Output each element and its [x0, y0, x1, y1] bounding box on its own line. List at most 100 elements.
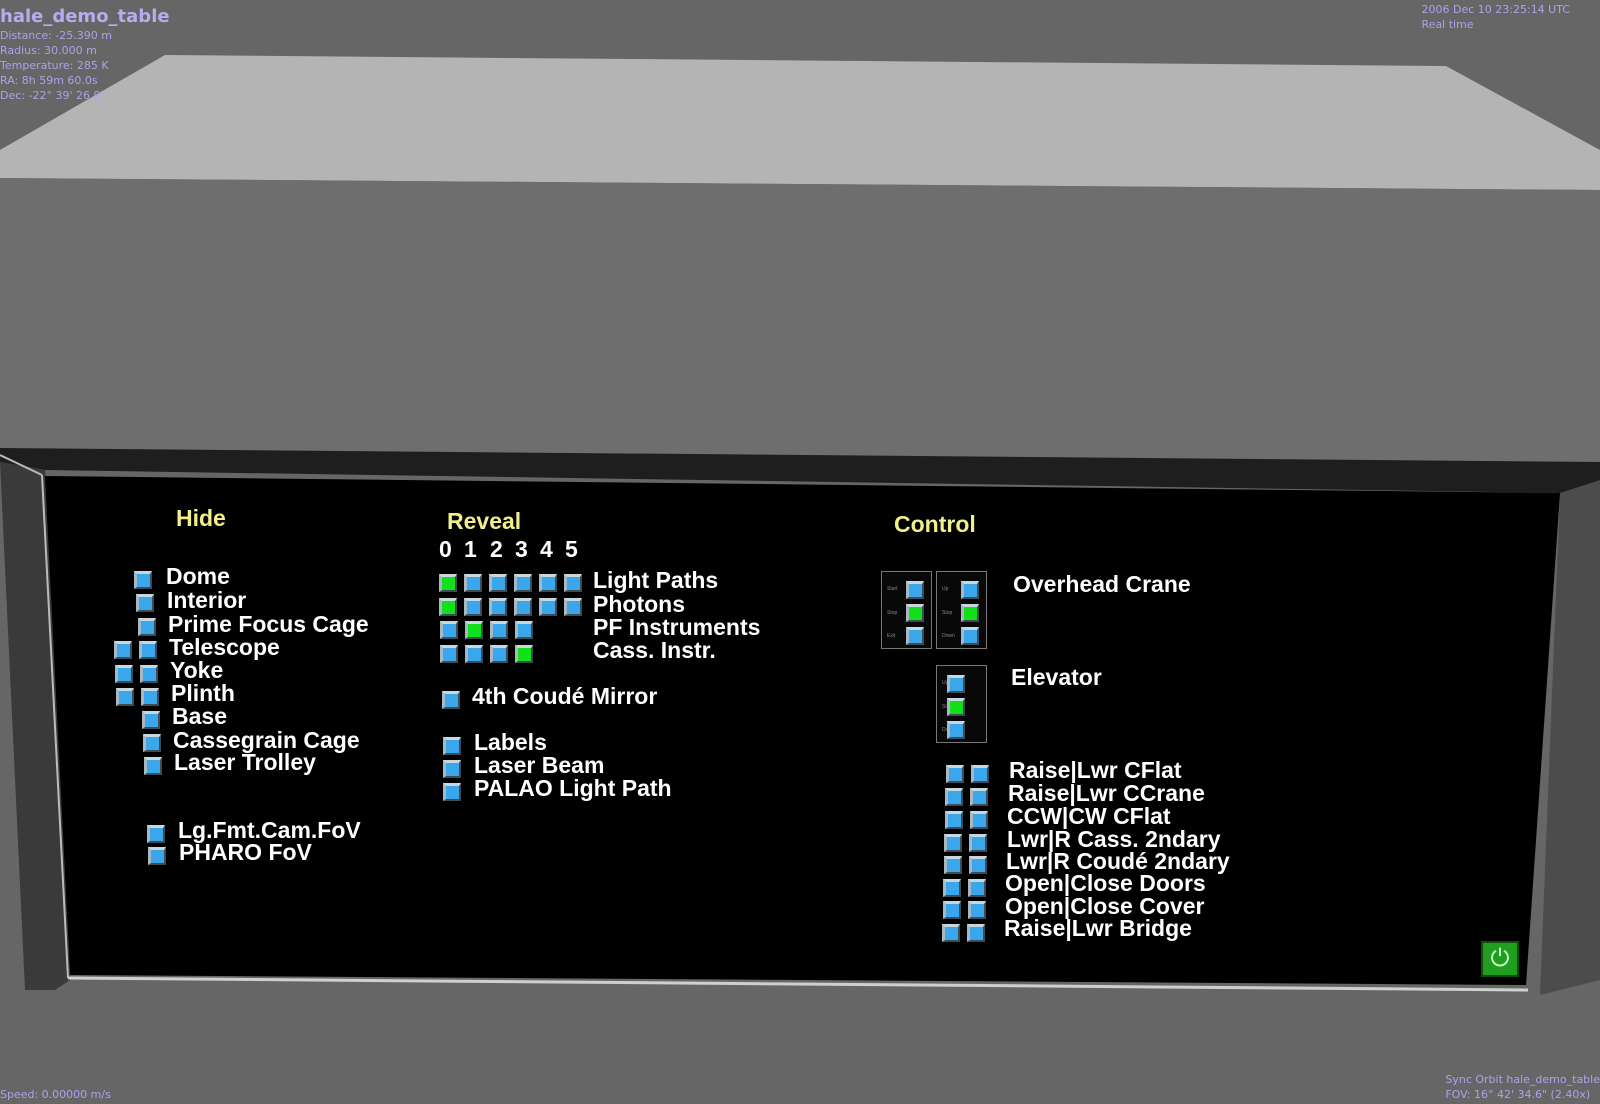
reveal-row-label: Light Paths: [593, 567, 719, 593]
pf-instruments-level-1-button[interactable]: [465, 621, 483, 639]
lower-coude-2ndary-button[interactable]: [944, 856, 962, 874]
elevator-down-button[interactable]: [947, 721, 965, 739]
close-cover-button[interactable]: [968, 901, 986, 919]
level-digit: 2: [490, 536, 503, 562]
cw-cflat-button[interactable]: [970, 811, 988, 829]
close-doors-button[interactable]: [968, 879, 986, 897]
raise-bridge-button[interactable]: [942, 924, 960, 942]
lower-cass-2ndary-button[interactable]: [944, 834, 962, 852]
lower-bridge-button[interactable]: [967, 924, 985, 942]
cass-instr-level-0-button[interactable]: [440, 645, 458, 663]
photons-level-3-button[interactable]: [514, 598, 532, 616]
hide-dome-button[interactable]: [134, 571, 152, 589]
palao-light-path-button[interactable]: [443, 783, 461, 801]
cass-instr-level-3-button[interactable]: [515, 645, 533, 663]
pf-instruments-level-0-button[interactable]: [440, 621, 458, 639]
open-cover-button[interactable]: [943, 901, 961, 919]
open-doors-button[interactable]: [943, 879, 961, 897]
hide-telescope-button-b[interactable]: [139, 641, 157, 659]
crane-start-button[interactable]: [906, 581, 924, 599]
laser-beam-button[interactable]: [443, 760, 461, 778]
light-paths-level-2-button[interactable]: [489, 574, 507, 592]
hide-lg-fmt-cam-fov-button[interactable]: [147, 825, 165, 843]
level-digit: 0: [439, 536, 452, 562]
lower-ccrane-button[interactable]: [970, 788, 988, 806]
elevator-label: Elevator: [1011, 664, 1102, 690]
reveal-toggle-label: PALAO Light Path: [474, 775, 672, 801]
labels-button[interactable]: [443, 737, 461, 755]
reveal-row-label: Cass. Instr.: [593, 637, 716, 663]
hide-prime-focus-cage-button[interactable]: [138, 618, 156, 636]
hud-speed-info: Speed: 0.00000 m/s: [0, 1087, 111, 1102]
ccw-cflat-button[interactable]: [945, 811, 963, 829]
control-panel: Hide Dome Interior Prime Focus Cage Tele…: [0, 0, 1600, 1104]
hide-laser-trolley-button[interactable]: [144, 757, 162, 775]
raise-ccrane-button[interactable]: [945, 788, 963, 806]
light-paths-level-3-button[interactable]: [514, 574, 532, 592]
crane-up-button[interactable]: [961, 581, 979, 599]
hud-view-info: Sync Orbit hale_demo_table FOV: 16° 42' …: [1445, 1072, 1600, 1102]
light-paths-level-1-button[interactable]: [464, 574, 482, 592]
light-paths-level-4-button[interactable]: [539, 574, 557, 592]
hide-item-label: Interior: [167, 587, 247, 613]
hide-telescope-button-a[interactable]: [114, 641, 132, 659]
reveal-title: Reveal: [447, 508, 522, 534]
hide-cassegrain-cage-button[interactable]: [143, 734, 161, 752]
level-digit: 1: [464, 536, 477, 562]
fov-readout: FOV: 16° 42' 34.6" (2.40x): [1445, 1088, 1591, 1101]
hide-yoke-button-a[interactable]: [115, 665, 133, 683]
crane-exit-button[interactable]: [906, 627, 924, 645]
level-digit: 5: [565, 536, 578, 562]
photons-level-1-button[interactable]: [464, 598, 482, 616]
photons-level-4-button[interactable]: [539, 598, 557, 616]
switch-label: Exit: [887, 633, 896, 639]
control-title: Control: [894, 511, 976, 537]
radius-readout: Radius: 30.000 m: [0, 44, 97, 57]
power-icon: ⏻: [1490, 945, 1510, 972]
raise-coude-2ndary-button[interactable]: [969, 856, 987, 874]
crane-switch-box-a: Start Stop Exit: [881, 571, 932, 649]
temperature-readout: Temperature: 285 K: [0, 59, 109, 72]
hide-extra-label: PHARO FoV: [179, 839, 312, 865]
photons-level-2-button[interactable]: [489, 598, 507, 616]
speed-readout: Speed: 0.00000 m/s: [0, 1088, 111, 1101]
dec-readout: Dec: -22° 39' 26.9": [0, 89, 106, 102]
hide-plinth-button-a[interactable]: [116, 688, 134, 706]
object-name: hale_demo_table: [0, 6, 170, 27]
light-paths-level-0-button[interactable]: [439, 574, 457, 592]
crane-down-button[interactable]: [961, 627, 979, 645]
pf-instruments-level-3-button[interactable]: [515, 621, 533, 639]
datetime-readout: 2006 Dec 10 23:25:14 UTC: [1421, 3, 1570, 16]
hud-time-info: 2006 Dec 10 23:25:14 UTC Real time: [1422, 2, 1570, 32]
photons-level-5-button[interactable]: [564, 598, 582, 616]
time-mode: Real time: [1421, 18, 1474, 31]
hide-pharo-fov-button[interactable]: [148, 847, 166, 865]
hide-interior-button[interactable]: [136, 594, 154, 612]
crane-stop-button[interactable]: [906, 604, 924, 622]
raise-cass-2ndary-button[interactable]: [969, 834, 987, 852]
hide-plinth-button-b[interactable]: [141, 688, 159, 706]
distance-readout: Distance: -25.390 m: [0, 29, 112, 42]
light-paths-level-5-button[interactable]: [564, 574, 582, 592]
hide-item-label: Dome: [166, 563, 230, 589]
level-digit: 4: [540, 536, 553, 562]
reveal-toggle-label: 4th Coudé Mirror: [472, 683, 658, 709]
hide-item-label: Base: [172, 703, 227, 729]
overhead-crane-label: Overhead Crane: [1013, 571, 1191, 597]
raise-cflat-button[interactable]: [946, 765, 964, 783]
lower-cflat-button[interactable]: [971, 765, 989, 783]
crane-stop-button[interactable]: [961, 604, 979, 622]
photons-level-0-button[interactable]: [439, 598, 457, 616]
hide-base-button[interactable]: [142, 711, 160, 729]
cass-instr-level-1-button[interactable]: [465, 645, 483, 663]
cass-instr-level-2-button[interactable]: [490, 645, 508, 663]
switch-label: Stop: [887, 610, 898, 616]
coude-mirror-button[interactable]: [442, 691, 460, 709]
elevator-stop-button[interactable]: [947, 698, 965, 716]
power-button[interactable]: ⏻: [1481, 941, 1519, 977]
pf-instruments-level-2-button[interactable]: [490, 621, 508, 639]
hide-yoke-button-b[interactable]: [140, 665, 158, 683]
switch-label: Down: [942, 633, 955, 639]
crane-switch-box-b: Up Stop Down: [936, 571, 987, 649]
elevator-up-button[interactable]: [947, 675, 965, 693]
